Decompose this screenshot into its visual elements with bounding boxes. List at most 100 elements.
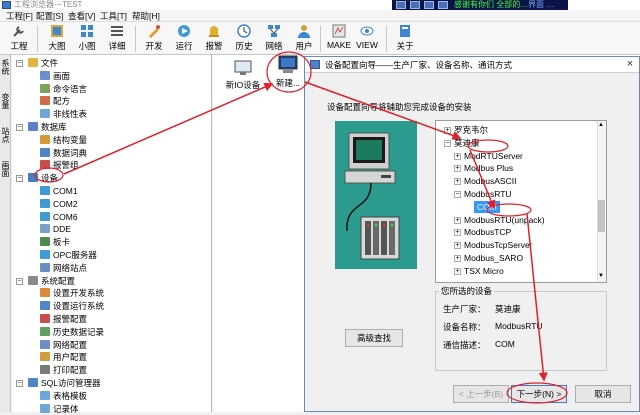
toolbar-details-button[interactable]: 详细 bbox=[102, 24, 132, 54]
menu-project[interactable]: 工程[F] bbox=[6, 10, 33, 22]
tree-item[interactable]: 表格模板 bbox=[40, 390, 87, 402]
tree-item[interactable]: 文件 bbox=[28, 57, 58, 69]
menu-view[interactable]: 查看[V] bbox=[68, 10, 95, 22]
tree-item[interactable]: 画面 bbox=[40, 70, 70, 82]
device-tree-expander[interactable]: + bbox=[454, 267, 461, 275]
tree-item[interactable]: 板卡 bbox=[40, 236, 70, 248]
scroll-up-arrow[interactable]: ▲ bbox=[598, 122, 604, 128]
tree-expander[interactable]: − bbox=[16, 380, 23, 387]
device-tree-item[interactable]: ModbusTcpServer bbox=[464, 239, 533, 251]
toolbar-view-button[interactable]: VIEW bbox=[352, 24, 382, 54]
toolbar-history-button[interactable]: 历史 bbox=[229, 24, 259, 54]
device-tree-expander[interactable]: + bbox=[454, 165, 461, 173]
device-tree-expander[interactable]: + bbox=[454, 216, 461, 224]
tree-item[interactable]: COM2 bbox=[40, 198, 78, 210]
device-tree-expander[interactable]: + bbox=[454, 255, 461, 262]
tree-item-label: 记录体 bbox=[53, 403, 79, 414]
toolbar-run-button[interactable]: 运行 bbox=[169, 24, 199, 54]
tree-item[interactable]: OPC服务器 bbox=[40, 249, 97, 261]
device-tree-item[interactable]: Modbus Plus bbox=[464, 162, 513, 174]
tree-item[interactable]: 命令语言 bbox=[40, 83, 87, 95]
cancel-button[interactable]: 取消 bbox=[575, 385, 631, 403]
tree-item[interactable]: 打印配置 bbox=[40, 364, 87, 376]
tree-item[interactable]: 网络站点 bbox=[40, 262, 87, 274]
device-tree-item[interactable]: ModbusRTU(unpack) bbox=[464, 214, 545, 226]
toolbar-make-button[interactable]: MAKE bbox=[324, 24, 354, 54]
device-tree-item[interactable]: ModbusRTU bbox=[464, 188, 512, 200]
toolbar-about-button[interactable]: 关于 bbox=[390, 24, 420, 54]
device-tree-item[interactable]: ModRTUServer bbox=[464, 150, 523, 162]
device-tree-expander[interactable]: + bbox=[454, 178, 461, 186]
new-io-device-item[interactable]: 新IO设备 bbox=[223, 59, 263, 91]
tree-item[interactable]: 配方 bbox=[40, 95, 70, 107]
tab-system[interactable]: 系统 bbox=[1, 59, 10, 75]
tree-item-label: 报警组 bbox=[53, 160, 79, 171]
tree-item-label: 历史数据记录 bbox=[53, 326, 105, 337]
device-tree-expander[interactable]: + bbox=[454, 152, 461, 160]
tree-item[interactable]: 系统配置 bbox=[28, 275, 75, 287]
device-tree-item[interactable]: 罗克韦尔 bbox=[454, 124, 488, 136]
tab-variables[interactable]: 变量 bbox=[1, 93, 10, 109]
tree-item[interactable]: DDE bbox=[40, 223, 71, 235]
toolbar-network-button[interactable]: 网络 bbox=[259, 24, 289, 54]
tree-expander[interactable]: − bbox=[16, 277, 23, 285]
toolbar-label: 历史 bbox=[235, 41, 253, 51]
tree-item-label: 打印配置 bbox=[53, 365, 88, 376]
device-tree-item[interactable]: ModbusASCII bbox=[464, 175, 516, 187]
toolbar-small-icons-button[interactable]: 小图 bbox=[72, 24, 102, 54]
device-tree-item[interactable]: 莫迪康 bbox=[454, 137, 480, 149]
tree-item[interactable]: 数据库 bbox=[28, 121, 67, 133]
tree-item[interactable]: 历史数据记录 bbox=[40, 326, 104, 338]
tree-expander[interactable]: − bbox=[16, 124, 23, 131]
toolbar-label: 工程 bbox=[10, 41, 28, 51]
toolbar-alarm-button[interactable]: 报警 bbox=[199, 24, 229, 54]
device-tree-expander[interactable]: + bbox=[454, 229, 461, 237]
tree-item[interactable]: 数据词典 bbox=[40, 147, 87, 159]
tree-item[interactable]: COM1 bbox=[40, 185, 78, 197]
device-tree-item-selected[interactable]: COM bbox=[474, 200, 500, 213]
project-tree[interactable]: 文件 − 画面 命令语言 配方 非线性表 数据库 − 结构变量 数据词典 报警组 设备 − COM1 COM… bbox=[12, 55, 212, 415]
device-tree-expander[interactable]: + bbox=[454, 242, 461, 250]
tree-item[interactable]: 记录体 bbox=[40, 403, 79, 415]
tree-item[interactable]: 报警组 bbox=[40, 159, 79, 171]
tree-item[interactable]: 用户配置 bbox=[40, 351, 87, 363]
tree-item[interactable]: 网络配置 bbox=[40, 339, 87, 351]
device-tree[interactable]: + 罗克韦尔 − 莫迪康 + ModRTUServer + Modbus Plus + Modbu… bbox=[435, 120, 607, 283]
menu-config[interactable]: 配置[S] bbox=[36, 10, 63, 22]
device-tree-item[interactable]: Modbus_SARO bbox=[464, 252, 523, 264]
tab-screens[interactable]: 画面 bbox=[1, 161, 10, 177]
tree-item-label: 网络站点 bbox=[53, 262, 88, 273]
back-button[interactable]: < 上一步(B) bbox=[453, 385, 509, 403]
tree-item[interactable]: 报警配置 bbox=[40, 313, 87, 325]
tree-item[interactable]: COM6 bbox=[40, 211, 78, 223]
tree-item[interactable]: 设置开发系统 bbox=[40, 287, 104, 299]
tree-expander[interactable]: − bbox=[16, 60, 23, 67]
tree-item[interactable]: 设置运行系统 bbox=[40, 300, 104, 312]
tab-sites[interactable]: 站点 bbox=[1, 127, 10, 143]
advanced-search-button[interactable]: 高级查找 bbox=[345, 329, 403, 347]
toolbar-project-button[interactable]: 工程 bbox=[4, 24, 34, 54]
tree-item-icon bbox=[40, 186, 50, 195]
tree-item-label: 数据库 bbox=[41, 122, 67, 132]
device-tree-expander[interactable]: − bbox=[444, 139, 451, 147]
scrollbar-thumb[interactable] bbox=[598, 200, 605, 232]
tree-item[interactable]: 非线性表 bbox=[40, 108, 87, 120]
tree-expander[interactable]: − bbox=[16, 175, 23, 183]
device-tree-expander[interactable]: − bbox=[454, 191, 461, 198]
tree-item[interactable]: SQL访问管理器 bbox=[28, 377, 101, 389]
scroll-down-arrow[interactable]: ▼ bbox=[598, 273, 604, 279]
toolbar-large-icons-button[interactable]: 大图 bbox=[42, 24, 72, 54]
tree-item[interactable]: 设备 bbox=[28, 172, 58, 184]
device-tree-item[interactable]: ModbusTCP bbox=[464, 226, 511, 238]
close-button[interactable]: × bbox=[623, 58, 637, 71]
toolbar-develop-button[interactable]: 开发 bbox=[139, 24, 169, 54]
new-item[interactable]: 新建... bbox=[273, 55, 303, 89]
device-tree-expander[interactable]: + bbox=[444, 127, 451, 134]
toolbar-user-button[interactable]: 用户 bbox=[289, 24, 319, 54]
menu-help[interactable]: 帮助[H] bbox=[132, 10, 160, 22]
tree-item-label: OPC服务器 bbox=[53, 250, 97, 260]
menu-tools[interactable]: 工具[T] bbox=[100, 10, 127, 22]
device-tree-item[interactable]: TSX Micro bbox=[464, 265, 504, 277]
tree-item[interactable]: 结构变量 bbox=[40, 134, 87, 146]
next-button[interactable]: 下一步(N) > bbox=[511, 385, 567, 403]
